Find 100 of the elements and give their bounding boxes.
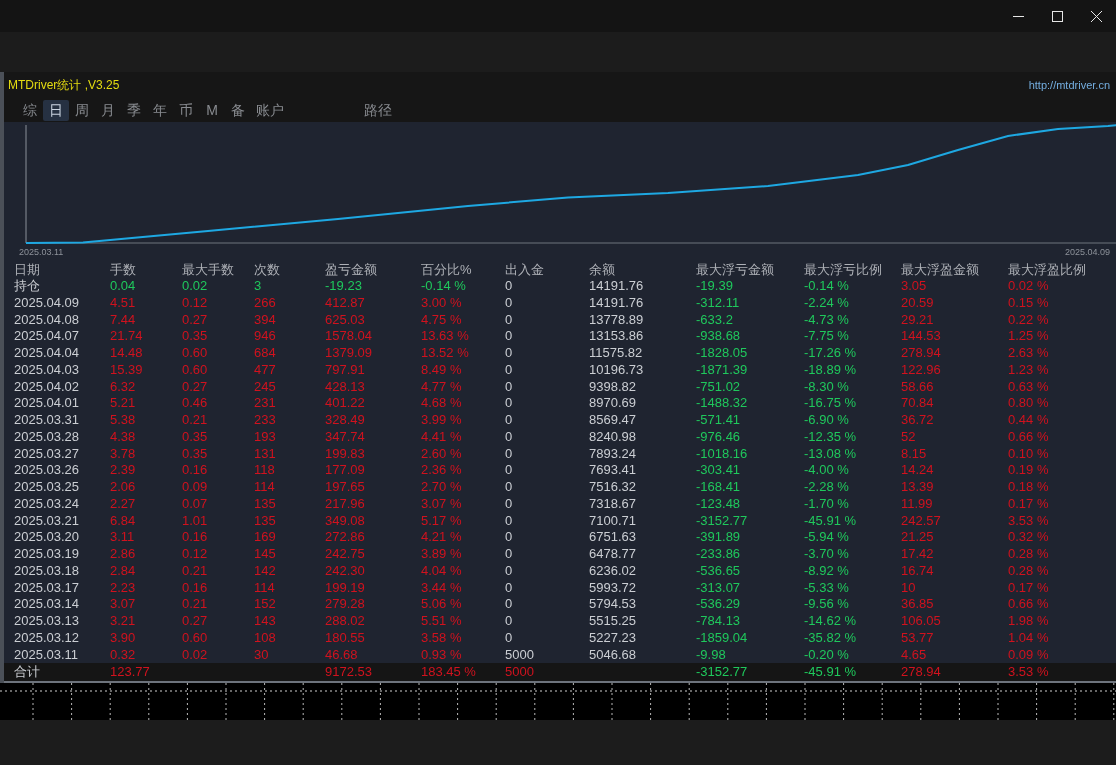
table-cell: 0 — [505, 395, 513, 412]
table-cell: -313.07 — [696, 579, 741, 596]
table-cell: 0.21 — [182, 596, 208, 613]
table-cell: 4.41 % — [421, 428, 462, 445]
table-cell: -45.91 % — [804, 664, 857, 680]
table-cell: 2.86 — [110, 546, 136, 563]
table-cell: 349.08 — [325, 512, 365, 529]
table-cell: 0.15 % — [1008, 294, 1049, 311]
table-cell: 0 — [505, 512, 513, 529]
table-cell: -5.94 % — [804, 529, 849, 546]
table-cell: -1871.39 — [696, 361, 748, 378]
table-cell: 0.46 — [182, 395, 208, 412]
table-cell: 625.03 — [325, 311, 365, 328]
tab[interactable]: 年 — [147, 99, 173, 121]
tab[interactable]: 综 — [17, 99, 43, 121]
table-cell: 3.00 % — [421, 294, 462, 311]
close-icon — [1091, 10, 1102, 22]
table-cell: -633.2 — [696, 311, 733, 328]
table-cell: 21.25 — [901, 529, 934, 546]
table-cell: 13153.86 — [589, 328, 644, 345]
table-cell: 2.23 — [110, 579, 136, 596]
table-cell: 401.22 — [325, 395, 365, 412]
table-cell: 2025.04.03 — [14, 361, 80, 378]
axis-label: 2025.03.11 — [19, 245, 64, 258]
table-cell: -751.02 — [696, 378, 741, 395]
tab[interactable]: 币 — [173, 99, 199, 121]
table-cell: 0.17 % — [1008, 579, 1049, 596]
table-cell: 242.75 — [325, 546, 365, 563]
tab[interactable]: 日 — [43, 99, 69, 121]
table-cell: -13.08 % — [804, 445, 857, 462]
table-cell: 242.57 — [901, 512, 941, 529]
table-cell: 0.27 — [182, 613, 208, 630]
table-cell: 0.32 — [110, 646, 136, 663]
table-cell: -1859.04 — [696, 629, 748, 646]
table-cell: 272.86 — [325, 529, 365, 546]
table-cell: 9172.53 — [325, 664, 372, 680]
tab[interactable]: M — [199, 99, 225, 121]
tab[interactable]: 月 — [95, 99, 121, 121]
table-cell: -19.23 — [325, 278, 362, 295]
table-cell: 2025.03.13 — [14, 613, 80, 630]
tab[interactable]: 季 — [121, 99, 147, 121]
table-cell: 14191.76 — [589, 294, 644, 311]
table-cell: 1.04 % — [1008, 629, 1049, 646]
table-cell: 199.83 — [325, 445, 365, 462]
table-cell: -784.13 — [696, 613, 741, 630]
table-cell: 122.96 — [901, 361, 941, 378]
table-cell: 231 — [254, 395, 276, 412]
table-cell: 14.24 — [901, 462, 934, 479]
table-cell: -1018.16 — [696, 445, 748, 462]
table-cell: 6.32 — [110, 378, 136, 395]
table-cell: 347.74 — [325, 428, 365, 445]
table-cell: 6.84 — [110, 512, 136, 529]
table-cell: 108 — [254, 629, 276, 646]
table-cell: 13778.89 — [589, 311, 644, 328]
table-cell: 2.84 — [110, 562, 136, 579]
table-cell: 5.21 — [110, 395, 136, 412]
table-cell: 0.09 % — [1008, 646, 1049, 663]
table-cell: 16.74 — [901, 562, 934, 579]
table-cell: 0 — [505, 479, 513, 496]
table-cell: 2025.04.08 — [14, 311, 80, 328]
table-cell: 0 — [505, 345, 513, 362]
table-cell: -233.86 — [696, 546, 741, 563]
table-cell: 4.65 — [901, 646, 927, 663]
path-button[interactable]: 路径 — [359, 99, 397, 121]
table-cell: 5993.72 — [589, 579, 636, 596]
table-cell: 123.77 — [110, 664, 150, 680]
table-cell: 0.22 % — [1008, 311, 1049, 328]
table-cell: 30 — [254, 646, 269, 663]
tab[interactable]: 账户 — [251, 99, 289, 121]
table-cell: 4.21 % — [421, 529, 462, 546]
table-cell: 3.21 — [110, 613, 136, 630]
table-cell: 118 — [254, 462, 275, 479]
website-link[interactable]: http://mtdriver.cn — [1028, 77, 1110, 94]
table-cell: 0.60 — [182, 629, 208, 646]
column-header: 最大浮亏比例 — [804, 260, 882, 278]
tab[interactable]: 备 — [225, 99, 251, 121]
table-cell: -19.39 — [696, 278, 733, 295]
table-cell: -4.73 % — [804, 311, 849, 328]
table-cell: 266 — [254, 294, 276, 311]
table-cell: 2.63 % — [1008, 345, 1049, 362]
table-cell: 7100.71 — [589, 512, 636, 529]
table-cell: 4.38 — [110, 428, 136, 445]
table-cell: 3.53 % — [1008, 512, 1049, 529]
table-cell: 7516.32 — [589, 479, 636, 496]
table-cell: 13.39 — [901, 479, 934, 496]
table-cell: 52 — [901, 428, 916, 445]
table-cell: 2025.04.04 — [14, 345, 80, 362]
table-cell: 0.66 % — [1008, 428, 1049, 445]
table-cell: 0 — [505, 445, 513, 462]
column-header: 次数 — [254, 260, 280, 278]
table-cell: 0.19 % — [1008, 462, 1049, 479]
tab[interactable]: 周 — [69, 99, 95, 121]
table-cell: -2.24 % — [804, 294, 849, 311]
table-cell: 10196.73 — [589, 361, 644, 378]
table-cell: 0.32 % — [1008, 529, 1049, 546]
table-cell: 0 — [505, 328, 513, 345]
table-cell: 0.16 — [182, 579, 208, 596]
column-header: 出入金 — [505, 260, 544, 278]
table-cell: 5515.25 — [589, 613, 636, 630]
table-cell: 135 — [254, 512, 276, 529]
